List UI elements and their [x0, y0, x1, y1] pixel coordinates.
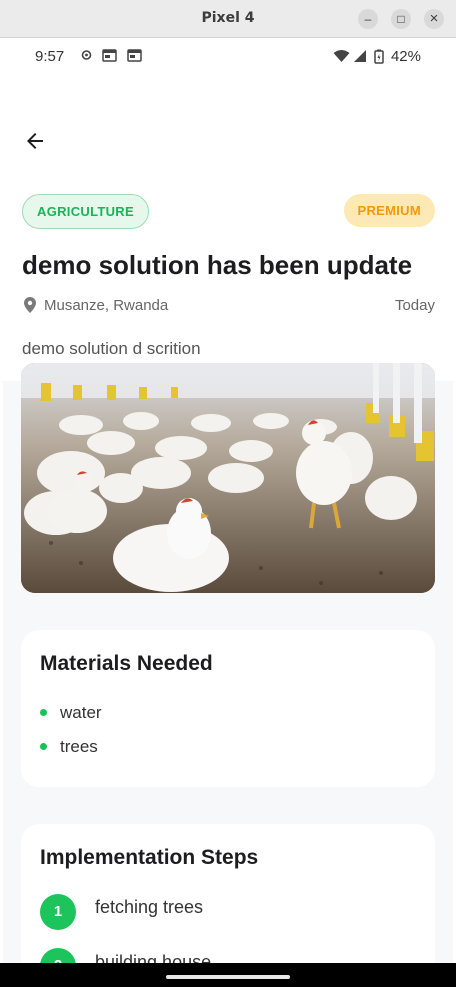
category-chip: AGRICULTURE [22, 194, 149, 229]
status-time: 9:57 [35, 48, 65, 65]
post-date: Today [394, 297, 435, 314]
post-image [21, 363, 435, 593]
premium-badge: PREMIUM [343, 194, 435, 227]
calendar-icon [127, 49, 142, 62]
materials-card: Materials Needed water trees [21, 630, 435, 787]
step-number: 2 [40, 948, 76, 963]
calendar-icon [102, 49, 117, 62]
signal-icon [354, 50, 366, 62]
status-bar: 9:57 42% [3, 38, 453, 74]
arrow-left-icon[interactable] [23, 129, 47, 153]
bullet-icon [40, 709, 47, 716]
steps-heading: Implementation Steps [40, 846, 259, 869]
chicken-photo [21, 363, 435, 593]
battery-percent: 42% [390, 48, 421, 65]
window-title: Pixel 4 [201, 10, 255, 26]
post-location: Musanze, Rwanda [44, 297, 169, 314]
post-title: demo solution has been update [22, 250, 413, 280]
wifi-icon [333, 50, 350, 62]
step-number: 1 [40, 894, 76, 930]
window-titlebar: Pixel 4 – □ × [0, 0, 456, 38]
home-gesture-pill[interactable] [166, 975, 290, 979]
steps-card: Implementation Steps 1 fetching trees 2 … [21, 824, 435, 963]
material-item: trees [60, 737, 98, 756]
sync-icon [81, 50, 92, 60]
material-item: water [60, 703, 102, 722]
navigation-bar [0, 963, 456, 987]
materials-heading: Materials Needed [40, 652, 213, 675]
close-button[interactable]: × [424, 9, 444, 29]
location-pin-icon [24, 297, 36, 313]
step-text: building house [95, 952, 212, 963]
post-header: AGRICULTURE PREMIUM demo solution has be… [3, 74, 453, 381]
step-text: fetching trees [95, 897, 204, 917]
phone-screen: 9:57 42% AGRICULTURE PREMIUM demo soluti… [3, 38, 453, 963]
minimize-button[interactable]: – [358, 9, 378, 29]
maximize-button[interactable]: □ [391, 9, 411, 29]
battery-icon [374, 49, 384, 64]
post-description: demo solution d scrition [22, 339, 201, 358]
bullet-icon [40, 743, 47, 750]
